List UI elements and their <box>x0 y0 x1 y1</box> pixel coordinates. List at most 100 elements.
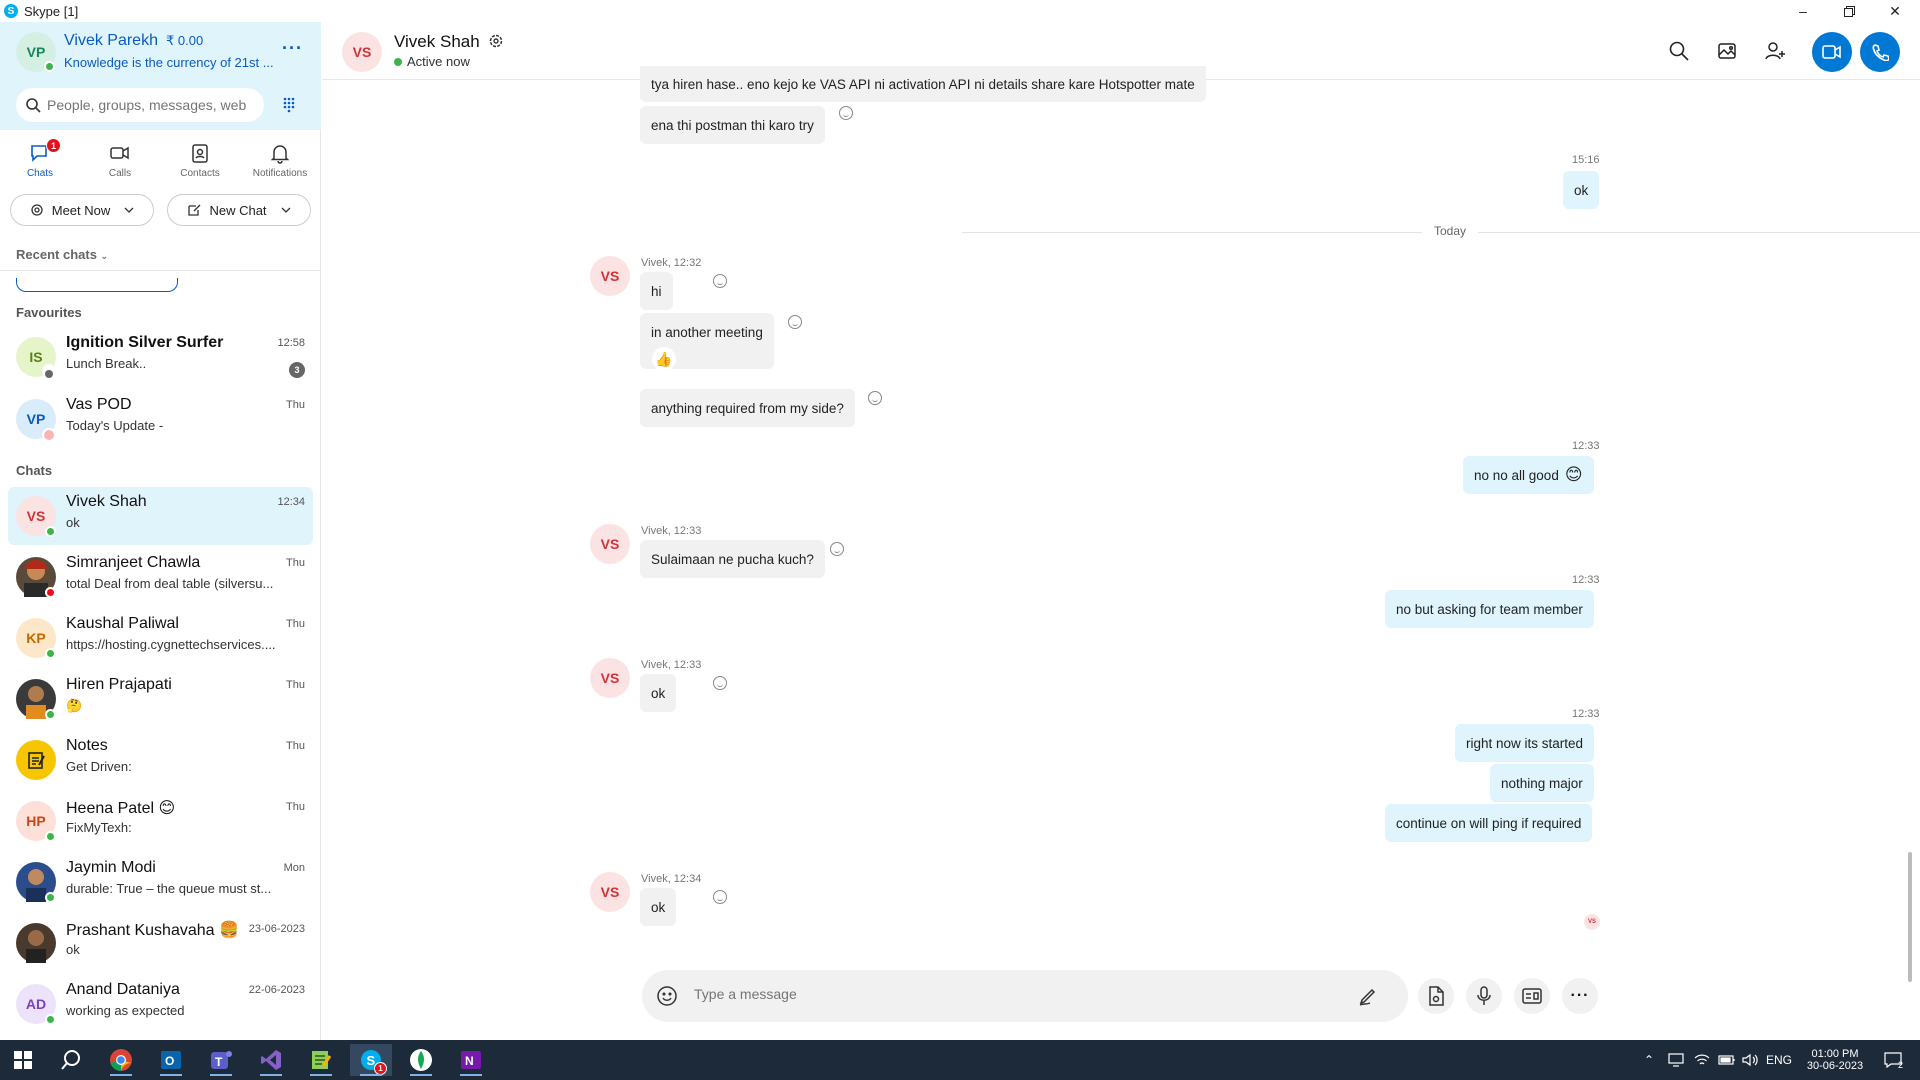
message-bubble-outgoing[interactable]: nothing major <box>1490 764 1594 802</box>
sender-avatar[interactable]: VS <box>590 872 630 912</box>
minimize-button[interactable]: – <box>1780 0 1826 22</box>
avatar-initials: VP <box>26 411 46 427</box>
action-center-button[interactable]: 2 <box>1878 1040 1908 1080</box>
start-button[interactable] <box>2 1044 44 1076</box>
divider <box>0 270 320 271</box>
input-language[interactable]: ENG <box>1766 1040 1792 1080</box>
message-composer[interactable] <box>642 970 1408 1022</box>
meet-now-icon <box>31 204 43 216</box>
video-call-button[interactable] <box>1812 32 1852 72</box>
message-bubble[interactable]: hi <box>640 272 673 310</box>
chat-item-vas-pod[interactable]: VP Vas POD Today's Update - Thu <box>8 390 313 448</box>
profile-name[interactable]: Vivek Parekh <box>64 32 158 50</box>
teams-app[interactable]: T <box>200 1044 242 1076</box>
thumbs-up-reaction[interactable]: 👍 <box>652 347 676 371</box>
visual-studio-app[interactable] <box>250 1044 292 1076</box>
add-reaction-icon[interactable] <box>830 542 844 556</box>
add-reaction-icon[interactable] <box>839 106 853 120</box>
search-input[interactable] <box>47 97 257 113</box>
dialpad-button[interactable] <box>278 94 300 116</box>
tab-contacts[interactable]: Contacts <box>160 142 240 202</box>
add-reaction-icon[interactable] <box>788 315 802 329</box>
message-bubble-outgoing[interactable]: ok <box>1563 171 1600 209</box>
sender-avatar[interactable]: VS <box>590 524 630 564</box>
chat-item-simranjeet-chawla[interactable]: Simranjeet Chawla total Deal from deal t… <box>8 548 313 606</box>
contact-name[interactable]: Vivek Shah <box>394 32 504 52</box>
chat-item-notes[interactable]: Notes Get Driven: Thu <box>8 731 313 789</box>
meet-now-button[interactable]: Meet Now <box>10 194 154 226</box>
tab-notifications[interactable]: Notifications <box>240 142 320 202</box>
add-reaction-icon[interactable] <box>868 391 882 405</box>
notepad-plus-app[interactable] <box>300 1044 342 1076</box>
unread-count-badge: 3 <box>289 362 305 378</box>
recent-chats-dropdown[interactable]: Recent chats ⌄ <box>16 247 108 262</box>
mood-message[interactable]: Knowledge is the currency of 21st ... <box>64 55 274 70</box>
share-contact-button[interactable] <box>1514 978 1550 1014</box>
message-bubble-outgoing[interactable]: right now its started <box>1455 724 1595 762</box>
chevron-down-icon <box>281 207 290 213</box>
new-chat-button[interactable]: New Chat <box>167 194 311 226</box>
search-conversation-button[interactable] <box>1664 36 1694 66</box>
message-bubble[interactable]: ok <box>640 674 677 712</box>
chat-item-hiren-prajapati[interactable]: Hiren Prajapati 🤔 Thu <box>8 670 313 728</box>
mongodb-compass-app[interactable] <box>400 1044 442 1076</box>
chat-item-kaushal-paliwal[interactable]: KP Kaushal Paliwal https://hosting.cygne… <box>8 609 313 667</box>
emoji-icon[interactable] <box>656 985 678 1007</box>
audio-call-button[interactable] <box>1860 32 1900 72</box>
sender-avatar[interactable]: VS <box>590 256 630 296</box>
search-box[interactable] <box>16 88 264 122</box>
add-reaction-icon[interactable] <box>713 274 727 288</box>
wifi-icon[interactable] <box>1694 1040 1710 1080</box>
message-bubble[interactable]: Sulaimaan ne pucha kuch? <box>640 540 825 578</box>
battery-icon[interactable] <box>1718 1040 1736 1080</box>
message-bubble[interactable]: tya hiren hase.. eno kejo ke VAS API ni … <box>640 66 1206 102</box>
close-button[interactable]: ✕ <box>1872 0 1918 22</box>
presence-status: Active now <box>394 54 470 69</box>
scrollbar[interactable] <box>1908 852 1912 982</box>
gallery-button[interactable] <box>1712 36 1742 66</box>
chat-name: Kaushal Paliwal <box>66 615 179 632</box>
tab-chats[interactable]: Chats 1 <box>0 138 80 202</box>
message-timestamp: 12:33 <box>1572 440 1600 452</box>
add-reaction-icon[interactable] <box>713 890 727 904</box>
postcard-banner[interactable] <box>16 278 178 292</box>
message-bubble-outgoing[interactable]: no no all good 😊 <box>1463 456 1594 494</box>
record-audio-button[interactable] <box>1466 978 1502 1014</box>
chat-item-heena-patel[interactable]: HP Heena Patel 😊 FixMyTexh: Thu <box>8 792 313 850</box>
show-hidden-icons-button[interactable]: ⌃ <box>1644 1040 1654 1080</box>
tab-calls[interactable]: Calls <box>80 142 160 202</box>
taskbar-search-button[interactable] <box>50 1044 92 1076</box>
message-bubble[interactable]: ok <box>640 888 677 926</box>
chat-item-prashant-kushavaha[interactable]: Prashant Kushavaha 🍔 ok 23-06-2023 <box>8 914 313 972</box>
add-people-button[interactable] <box>1760 36 1790 66</box>
chat-item-ignition-silver-surfer[interactable]: IS Ignition Silver Surfer Lunch Break.. … <box>8 328 313 386</box>
message-bubble-outgoing[interactable]: no but asking for team member <box>1385 590 1594 628</box>
message-bubble[interactable]: ena thi postman thi karo try <box>640 106 825 144</box>
online-status-dot <box>45 709 56 720</box>
chrome-app[interactable] <box>100 1044 142 1076</box>
contact-avatar[interactable]: VS <box>342 32 382 72</box>
attach-file-button[interactable] <box>1418 978 1454 1014</box>
more-options-button[interactable]: ··· <box>282 38 303 59</box>
skype-app[interactable]: S 1 <box>350 1044 392 1076</box>
message-bubble-outgoing[interactable]: continue on will ping if required <box>1385 804 1593 842</box>
message-input[interactable] <box>694 986 1334 1002</box>
message-bubble[interactable]: anything required from my side? <box>640 389 855 427</box>
display-icon[interactable] <box>1668 1040 1684 1080</box>
chat-item-vivek-shah[interactable]: VS Vivek Shah ok 12:34 <box>8 487 313 545</box>
clock[interactable]: 01:00 PM 30-06-2023 <box>1802 1040 1868 1080</box>
add-reaction-icon[interactable] <box>713 676 727 690</box>
sender-avatar[interactable]: VS <box>590 658 630 698</box>
settings-gear-icon[interactable] <box>488 33 504 49</box>
more-composer-options-button[interactable]: ··· <box>1562 978 1598 1014</box>
skype-credit[interactable]: ₹ 0.00 <box>166 33 203 49</box>
unread-badge: 1 <box>46 138 61 153</box>
chat-item-jaymin-modi[interactable]: Jaymin Modi durable: True – the queue mu… <box>8 853 313 911</box>
outlook-app[interactable]: O <box>150 1044 192 1076</box>
sender-meta: Vivek, 12:32 <box>641 257 702 269</box>
format-pen-icon[interactable] <box>1358 986 1378 1006</box>
chat-item-anand-dataniya[interactable]: AD Anand Dataniya working as expected 22… <box>8 975 313 1033</box>
restore-button[interactable] <box>1826 0 1872 22</box>
onenote-app[interactable]: N <box>450 1044 492 1076</box>
volume-icon[interactable] <box>1742 1040 1758 1080</box>
